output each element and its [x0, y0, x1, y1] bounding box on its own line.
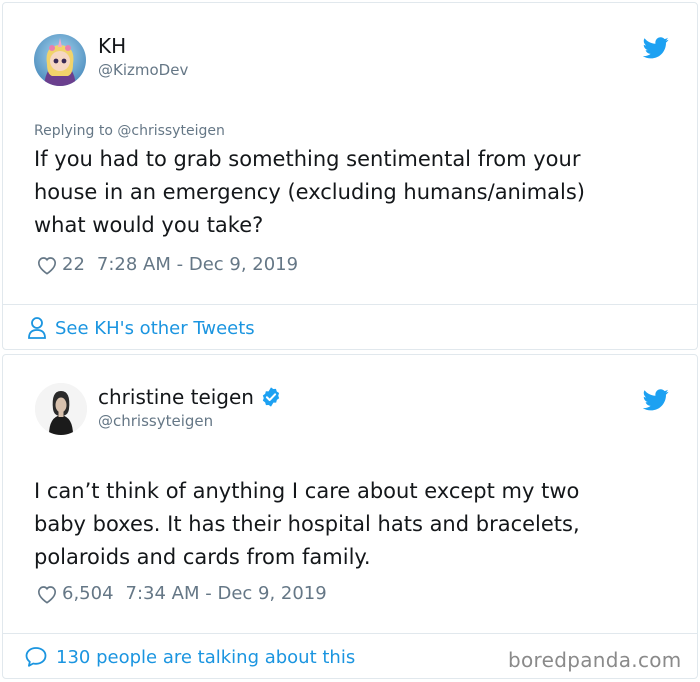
like-count[interactable]: 22	[62, 254, 85, 275]
speech-bubble-icon	[25, 647, 47, 667]
conversation-label: 130 people are talking about this	[56, 646, 356, 668]
heart-icon[interactable]	[36, 584, 58, 604]
avatar-chrissyteigen[interactable]	[35, 383, 87, 435]
person-icon	[28, 317, 46, 339]
see-other-tweets-link[interactable]: See KH's other Tweets	[27, 316, 255, 340]
author-handle[interactable]: @chrissyteigen	[98, 412, 213, 430]
tweet-meta: 6,504 7:34 AM - Dec 9, 2019	[36, 583, 327, 604]
avatar-kh[interactable]	[34, 34, 86, 86]
tweet-card-kh: KH @KizmoDev Replying to @chrissyteigen …	[2, 2, 698, 350]
see-other-tweets-label: See KH's other Tweets	[55, 317, 255, 339]
verified-badge-icon	[262, 387, 280, 407]
timestamp[interactable]: 7:34 AM - Dec 9, 2019	[126, 583, 327, 604]
tweet-text: If you had to grab something sentimental…	[34, 147, 585, 237]
author-handle[interactable]: @KizmoDev	[98, 61, 188, 79]
divider	[3, 304, 697, 305]
author-name[interactable]: KH	[98, 34, 126, 58]
tweet-card-chrissy: christine teigen @chrissyteigen I can’t …	[2, 354, 698, 679]
like-count[interactable]: 6,504	[62, 583, 114, 604]
author-name-row: christine teigen	[98, 385, 282, 409]
conversation-link[interactable]: 130 people are talking about this	[24, 645, 355, 669]
twitter-bird-icon[interactable]	[643, 37, 669, 59]
replying-to-text[interactable]: Replying to @chrissyteigen	[34, 123, 225, 139]
divider	[3, 633, 697, 634]
author-name[interactable]: christine teigen	[98, 385, 254, 409]
tweet-text: I can’t think of anything I care about e…	[34, 479, 580, 569]
heart-icon[interactable]	[36, 255, 58, 275]
watermark: boredpanda.com	[508, 648, 682, 672]
tweet-meta: 22 7:28 AM - Dec 9, 2019	[36, 254, 298, 275]
twitter-bird-icon[interactable]	[643, 389, 669, 411]
timestamp[interactable]: 7:28 AM - Dec 9, 2019	[97, 254, 298, 275]
